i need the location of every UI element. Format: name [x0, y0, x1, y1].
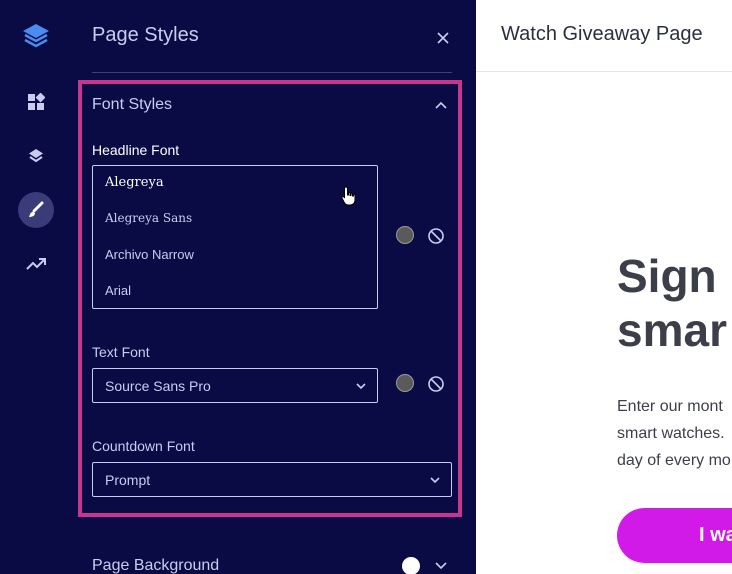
- countdown-font-label: Countdown Font: [92, 438, 195, 454]
- no-color-icon[interactable]: [427, 227, 445, 245]
- font-option[interactable]: Archivo Narrow: [105, 247, 194, 262]
- cta-button[interactable]: I wa: [617, 508, 732, 563]
- headline-line: smar: [617, 304, 727, 356]
- countdown-font-select[interactable]: Prompt: [92, 462, 452, 497]
- trending-up-icon[interactable]: [18, 246, 54, 282]
- text-color-swatch-icon[interactable]: [396, 374, 414, 392]
- preview-headline: Sign smar: [617, 249, 727, 357]
- font-option[interactable]: Arial: [105, 283, 131, 298]
- panel-title: Page Styles: [92, 24, 199, 46]
- chevron-down-icon[interactable]: [432, 558, 450, 574]
- text-font-label: Text Font: [92, 344, 150, 360]
- headline-line: Sign: [617, 250, 717, 302]
- no-color-icon[interactable]: [427, 375, 445, 393]
- chevron-down-icon: [430, 477, 440, 484]
- body-line: day of every mo: [617, 452, 731, 469]
- headline-font-label: Headline Font: [92, 142, 180, 158]
- preview-header: Watch Giveaway Page: [476, 0, 732, 72]
- headline-font-listbox[interactable]: Alegreya Alegreya Sans Archivo Narrow Ar…: [92, 165, 378, 309]
- brush-icon[interactable]: [18, 192, 54, 228]
- page-preview: Sign smar Enter our mont smart watches. …: [476, 73, 732, 574]
- chevron-down-icon: [356, 383, 366, 390]
- font-option[interactable]: Alegreya: [105, 175, 164, 190]
- close-icon[interactable]: [432, 27, 454, 49]
- panel-divider: [92, 72, 452, 73]
- dashboard-icon[interactable]: [18, 84, 54, 120]
- font-option[interactable]: Alegreya Sans: [105, 211, 192, 225]
- body-line: smart watches.: [617, 425, 725, 442]
- cta-label: I wa: [699, 524, 732, 546]
- chevron-up-icon[interactable]: [432, 96, 450, 114]
- background-color-swatch-icon[interactable]: [402, 557, 420, 574]
- page-background-title[interactable]: Page Background: [92, 557, 219, 574]
- text-font-value: Source Sans Pro: [105, 378, 211, 394]
- body-line: Enter our mont: [617, 398, 723, 415]
- icon-rail: [0, 0, 72, 574]
- text-font-select[interactable]: Source Sans Pro: [92, 368, 378, 403]
- countdown-font-value: Prompt: [105, 472, 151, 488]
- layers-logo-icon[interactable]: [18, 17, 54, 53]
- page-styles-panel: Page Styles Font Styles Headline Font Al…: [72, 0, 476, 574]
- hand-cursor-icon: [341, 186, 356, 206]
- layers-icon[interactable]: [18, 138, 54, 174]
- headline-color-swatch-icon[interactable]: [396, 226, 414, 244]
- page-title: Watch Giveaway Page: [501, 23, 703, 45]
- font-styles-title[interactable]: Font Styles: [92, 96, 172, 114]
